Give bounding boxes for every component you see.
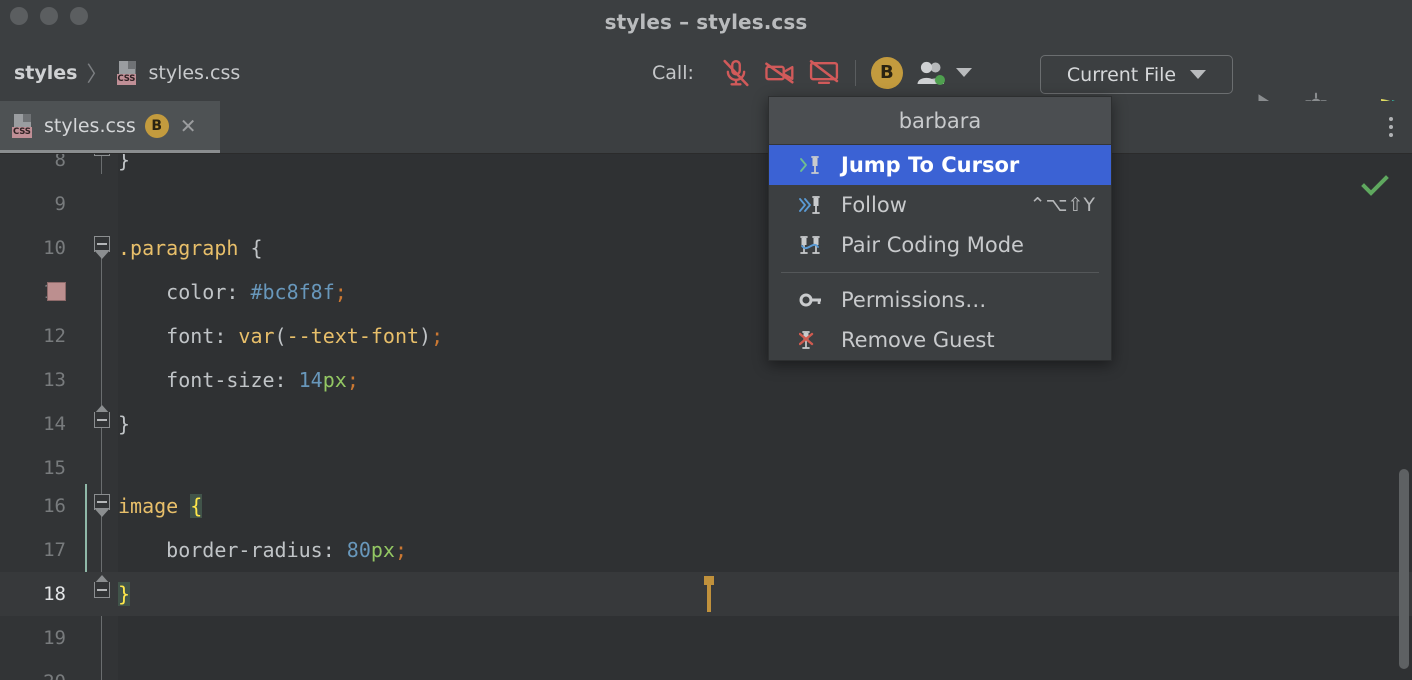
participants-icon — [915, 60, 949, 86]
avatar[interactable]: B — [870, 56, 903, 89]
line-content: font-size: 14px; — [118, 368, 359, 392]
line-number: 12 — [43, 325, 66, 347]
line-number: 13 — [43, 369, 66, 391]
remove-guest-icon — [799, 328, 829, 352]
microphone-muted-icon[interactable] — [714, 53, 758, 93]
code-line[interactable]: 16 image { — [0, 484, 1412, 528]
run-configuration-label: Current File — [1066, 63, 1177, 86]
key-icon — [799, 288, 829, 312]
code-line[interactable]: 8 } — [0, 154, 1412, 182]
toolbar-divider — [854, 59, 856, 86]
menu-item-jump-to-cursor[interactable]: Jump To Cursor — [769, 145, 1111, 185]
line-number: 8 — [54, 154, 66, 171]
css-file-icon: CSS — [116, 60, 140, 85]
breadcrumb-root[interactable]: styles — [14, 62, 78, 84]
title-bar: styles – styles.css — [0, 0, 1412, 44]
line-content: border-radius: 80px; — [118, 538, 408, 562]
chevron-down-icon — [955, 68, 972, 77]
breadcrumb-file[interactable]: styles.css — [149, 62, 241, 84]
code-line[interactable]: 11 color: #bc8f8f; — [0, 270, 1412, 314]
menu-item-label: Remove Guest — [841, 328, 995, 352]
follow-icon — [799, 193, 829, 217]
jump-to-cursor-icon — [799, 153, 829, 177]
line-number: 16 — [43, 495, 66, 517]
line-number: 9 — [54, 193, 66, 215]
line-number: 10 — [43, 237, 66, 259]
chevron-down-icon — [1190, 70, 1207, 79]
css-color-swatch[interactable] — [47, 282, 66, 301]
menu-item-label: Permissions… — [841, 288, 987, 312]
menu-item-permissions[interactable]: Permissions… — [769, 280, 1111, 320]
fold-marker-collapse[interactable] — [94, 405, 110, 428]
css-file-icon: CSS — [12, 113, 35, 138]
camera-off-icon[interactable] — [758, 53, 802, 93]
participants-button[interactable] — [909, 53, 978, 93]
line-content: .paragraph { — [118, 236, 263, 260]
ide-window: styles – styles.css styles 〉 CSS styles.… — [0, 0, 1412, 680]
line-number: 15 — [43, 457, 66, 479]
code-line[interactable]: 10 .paragraph { — [0, 226, 1412, 270]
menu-item-label: Pair Coding Mode — [841, 233, 1024, 257]
menu-separator — [781, 272, 1099, 273]
code-editor[interactable]: 8 } 9 10 .paragraph { 11 color: #bc8f8f;… — [0, 154, 1412, 680]
line-number: 20 — [0, 671, 66, 680]
editor-tab-bar: CSS styles.css B ✕ — [0, 101, 1412, 154]
guest-context-menu: barbara Jump To Cursor Follow ⌃⌥⇧Y Pair … — [768, 96, 1112, 361]
main-toolbar: styles 〉 CSS styles.css Call: B Current … — [0, 44, 1412, 128]
line-content: } — [118, 582, 131, 606]
line-number: 18 — [43, 583, 66, 605]
menu-item-pair-coding-mode[interactable]: Pair Coding Mode — [769, 225, 1111, 265]
line-number: 14 — [43, 413, 66, 435]
breadcrumb-separator-icon: 〉 — [86, 61, 108, 86]
guest-menu-header: barbara — [769, 97, 1111, 145]
fold-marker-collapse[interactable] — [94, 154, 110, 156]
editor-tab-label: styles.css — [44, 114, 136, 137]
more-options-icon[interactable] — [1378, 113, 1404, 141]
fold-marker-collapse[interactable] — [94, 575, 110, 598]
fold-marker-collapse[interactable] — [94, 494, 110, 517]
code-line[interactable]: 20 — [0, 660, 1412, 680]
code-line[interactable]: 13 font-size: 14px; — [0, 358, 1412, 402]
code-line[interactable]: 17 border-radius: 80px; — [0, 528, 1412, 572]
inspections-ok-checkmark[interactable] — [1360, 174, 1390, 202]
editor-scrollbar[interactable] — [1399, 469, 1409, 669]
menu-item-remove-guest[interactable]: Remove Guest — [769, 320, 1111, 360]
line-content: } — [118, 154, 131, 172]
code-line[interactable]: 9 — [0, 182, 1412, 226]
line-content: image { — [118, 494, 203, 518]
code-line[interactable]: 14 } — [0, 402, 1412, 446]
code-line[interactable]: 19 — [0, 616, 1412, 660]
window-title: styles – styles.css — [604, 10, 808, 34]
menu-item-follow[interactable]: Follow ⌃⌥⇧Y — [769, 185, 1111, 225]
breadcrumb: styles 〉 CSS styles.css — [14, 44, 240, 101]
pair-coding-icon — [799, 233, 829, 257]
menu-item-shortcut: ⌃⌥⇧Y — [1029, 194, 1095, 216]
css-file-icon-tag: CSS — [116, 73, 137, 85]
fold-marker-collapse[interactable] — [94, 236, 110, 259]
line-content: font: var(--text-font); — [118, 324, 444, 348]
line-number: 19 — [43, 627, 66, 649]
call-controls: Call: B — [652, 44, 978, 101]
guest-caret — [704, 576, 714, 612]
call-label: Call: — [652, 61, 694, 84]
menu-item-label: Follow — [841, 193, 907, 217]
close-icon[interactable]: ✕ — [180, 116, 197, 136]
line-content: color: #bc8f8f; — [118, 280, 347, 304]
screen-share-off-icon[interactable] — [802, 53, 846, 93]
css-file-icon-tag: CSS — [12, 126, 32, 138]
menu-item-label: Jump To Cursor — [841, 153, 1020, 177]
line-content: } — [118, 412, 131, 436]
editor-tab-styles-css[interactable]: CSS styles.css B ✕ — [0, 101, 220, 153]
tab-guest-badge[interactable]: B — [144, 113, 169, 138]
line-number: 17 — [43, 539, 66, 561]
code-line[interactable]: 12 font: var(--text-font); — [0, 314, 1412, 358]
run-configuration-selector[interactable]: Current File — [1040, 55, 1233, 94]
